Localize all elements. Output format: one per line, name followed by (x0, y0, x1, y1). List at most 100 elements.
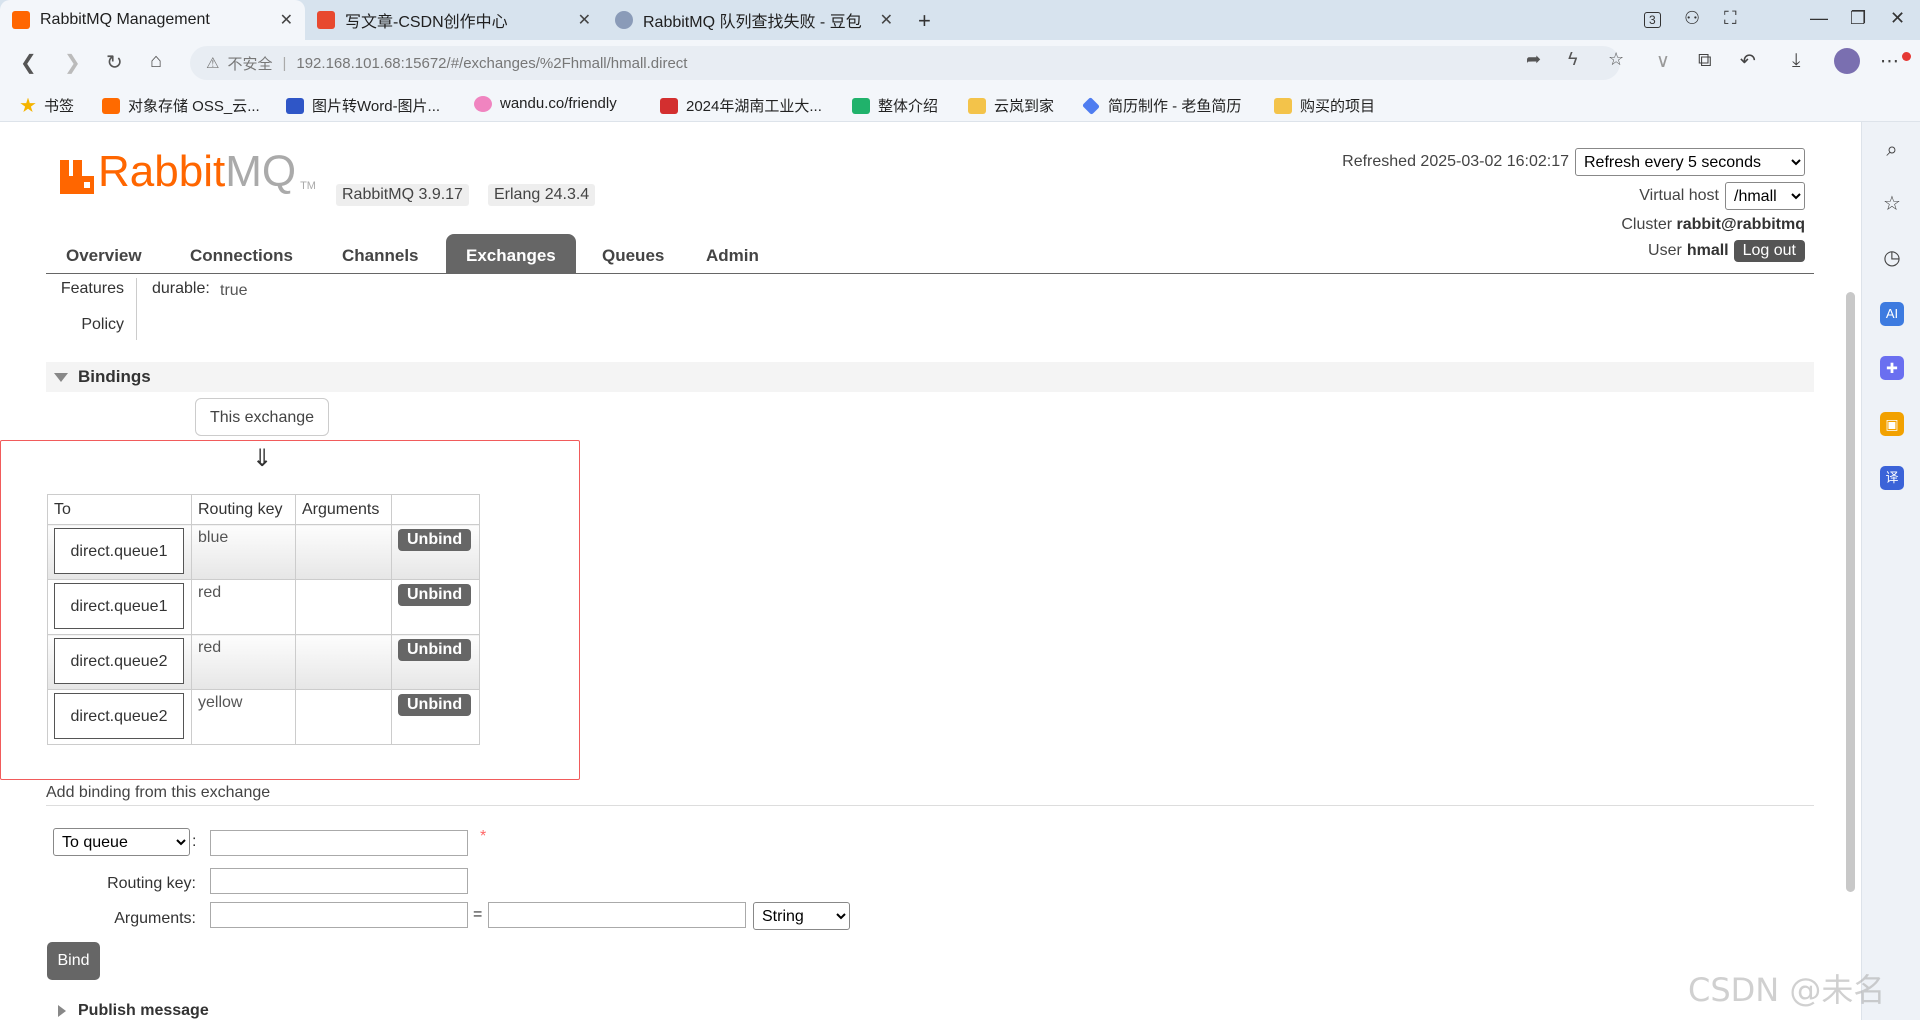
history-undo-icon[interactable]: ↶ (1740, 50, 1756, 73)
folder-icon (1274, 97, 1292, 114)
new-tab-icon[interactable]: + (918, 8, 931, 34)
bindings-table: To Routing key Arguments direct.queue1 b… (47, 494, 480, 745)
routing-key-input[interactable] (210, 868, 468, 894)
expand-triangle-icon (58, 1005, 66, 1017)
search-icon[interactable]: ⌕ (1880, 138, 1904, 162)
tab-queues[interactable]: Queues (582, 234, 684, 274)
forward-icon[interactable]: ❯ (64, 50, 81, 75)
lightning-icon[interactable]: ϟ (1568, 49, 1578, 70)
bindings-title: Bindings (78, 367, 151, 386)
tab-admin[interactable]: Admin (686, 234, 779, 274)
tab-count-icon[interactable]: 3 (1644, 12, 1661, 28)
minimize-icon[interactable]: — (1810, 8, 1828, 29)
queue-link[interactable]: direct.queue2 (54, 693, 184, 739)
avatar[interactable] (1834, 48, 1860, 74)
to-cell: direct.queue1 (47, 524, 192, 580)
queue-link[interactable]: direct.queue2 (54, 638, 184, 684)
bookmark-item[interactable]: 整体介绍 (852, 95, 938, 116)
restore-icon[interactable]: ❐ (1850, 8, 1866, 29)
argument-value-input[interactable] (488, 902, 746, 928)
refresh-interval-select[interactable]: Refresh every 5 seconds (1575, 148, 1805, 176)
csdn-watermark: CSDN @未名 (1688, 971, 1886, 1009)
unbind-button[interactable]: Unbind (398, 639, 472, 661)
durable-value: true (220, 282, 248, 299)
bind-button[interactable]: Bind (47, 942, 100, 980)
bookmark-label: 书签 (44, 98, 75, 115)
browser-tab-rabbitmq[interactable]: RabbitMQ Management ✕ (0, 0, 305, 40)
bookmark-item[interactable]: 对象存储 OSS_云... (102, 95, 260, 116)
diamond-icon (1081, 96, 1101, 115)
folder-icon (968, 97, 986, 114)
column-header-arguments: Arguments (295, 494, 392, 525)
favorites-star-icon[interactable]: ☆ (1880, 192, 1904, 216)
arguments-value (296, 525, 391, 533)
argument-type-select[interactable]: String (753, 902, 850, 930)
actions-cell: Unbind (391, 579, 480, 635)
destination-name-input[interactable] (210, 830, 468, 856)
bindings-section-header[interactable]: Bindings (46, 362, 1814, 392)
download-icon[interactable]: ⤓ (1792, 50, 1800, 72)
tab-connections[interactable]: Connections (170, 234, 313, 274)
tab-channels[interactable]: Channels (322, 234, 439, 274)
bookmark-item[interactable]: 图片转Word-图片... (286, 95, 440, 116)
more-icon[interactable]: ⋯ (1880, 50, 1899, 73)
destination-type-select[interactable]: To queue (53, 828, 190, 856)
arguments-label: Arguments: (114, 910, 196, 927)
close-icon[interactable]: ✕ (880, 10, 893, 30)
z-icon (286, 97, 304, 114)
vpn-icon[interactable]: ∨ (1656, 50, 1670, 73)
extensions-puzzle-icon[interactable]: ⧉ (1698, 50, 1712, 72)
game-icon[interactable]: ✚ (1880, 356, 1904, 380)
home-icon[interactable]: ⌂ (150, 50, 162, 73)
star-icon[interactable]: ☆ (1608, 49, 1624, 70)
queue-link[interactable]: direct.queue1 (54, 583, 184, 629)
ai-icon[interactable]: AI (1880, 302, 1904, 326)
collapse-triangle-icon (54, 373, 68, 382)
address-bar: ❮ ❯ ↻ ⌂ ⚠ 不安全 | 192.168.101.68:15672/#/e… (0, 40, 1920, 86)
incognito-icon[interactable]: ⚇ (1684, 8, 1700, 29)
bookmark-label: 简历制作 - 老鱼简历 (1108, 98, 1242, 115)
close-icon[interactable]: ✕ (578, 10, 591, 30)
publish-message-section-header[interactable]: Publish message (46, 1002, 209, 1020)
url-input[interactable]: ⚠ 不安全 | 192.168.101.68:15672/#/exchanges… (190, 46, 1620, 80)
bookmark-item[interactable]: wandu.co/friendly (474, 95, 617, 112)
bookmark-item[interactable]: 书签 (20, 95, 74, 116)
bookmark-item[interactable]: 购买的项目 (1274, 95, 1375, 116)
unbind-button[interactable]: Unbind (398, 584, 472, 606)
tab-title: RabbitMQ 队列查找失败 - 豆包 (643, 14, 862, 31)
page-scrollbar[interactable] (1846, 292, 1855, 892)
share-icon[interactable]: ➦ (1526, 49, 1541, 70)
history-clock-icon[interactable]: ◷ (1880, 246, 1904, 270)
star-icon (20, 97, 36, 113)
bookmark-item[interactable]: 简历制作 - 老鱼简历 (1081, 95, 1242, 116)
rabbitmq-version-badge: RabbitMQ 3.9.17 (336, 184, 469, 206)
bookmark-label: 整体介绍 (878, 98, 939, 115)
reload-icon[interactable]: ↻ (106, 50, 123, 75)
browser-tab-bar: RabbitMQ Management ✕ 写文章-CSDN创作中心 ✕ Rab… (0, 0, 1920, 40)
virtual-host-select[interactable]: /hmall (1725, 182, 1805, 210)
close-icon[interactable]: ✕ (280, 10, 293, 30)
queue-link[interactable]: direct.queue1 (54, 528, 184, 574)
to-cell: direct.queue1 (47, 579, 192, 635)
browser-tab-csdn[interactable]: 写文章-CSDN创作中心 ✕ (305, 0, 603, 40)
tab-exchanges[interactable]: Exchanges (446, 234, 576, 274)
features-label: Features (60, 280, 124, 297)
cluster-info: Cluster rabbit@rabbitmq (1621, 216, 1805, 234)
back-icon[interactable]: ❮ (20, 50, 37, 75)
cluster-value: rabbit@rabbitmq (1676, 216, 1806, 233)
extensions-icon[interactable]: ⛶ (1724, 8, 1737, 29)
tab-overview[interactable]: Overview (46, 234, 162, 274)
column-header-actions (391, 494, 480, 525)
unbind-button[interactable]: Unbind (398, 694, 472, 716)
bookmark-item[interactable]: 云岚到家 (968, 95, 1054, 116)
doubao-favicon-icon (615, 11, 633, 29)
equals-sign: = (473, 906, 483, 923)
window-close-icon[interactable]: ✕ (1890, 8, 1905, 29)
translate-icon[interactable]: 译 (1880, 466, 1904, 490)
unbind-button[interactable]: Unbind (398, 529, 472, 551)
browser-tab-doubao[interactable]: RabbitMQ 队列查找失败 - 豆包 ✕ (603, 0, 905, 40)
argument-key-input[interactable] (210, 902, 468, 928)
url-text: 192.168.101.68:15672/#/exchanges/%2Fhmal… (296, 54, 688, 72)
toolbox-icon[interactable]: ▣ (1880, 412, 1904, 436)
bookmark-item[interactable]: 2024年湖南工业大... (660, 95, 822, 116)
